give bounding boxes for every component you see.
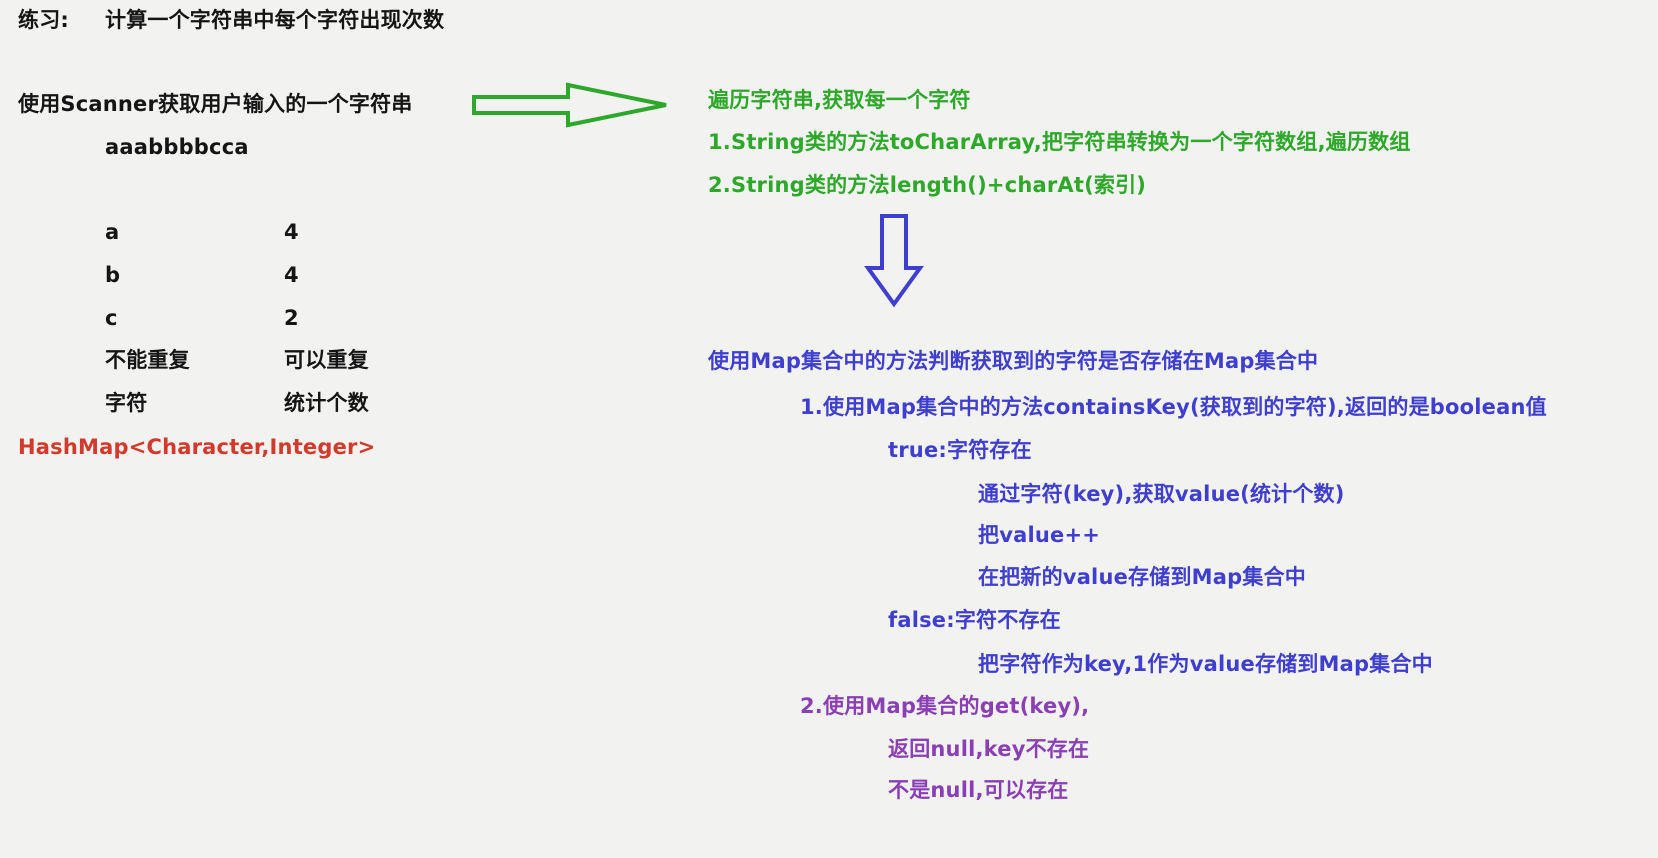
value-note-repeatable: 可以重复 xyxy=(284,348,369,372)
input-description: 使用Scanner获取用户输入的一个字符串 xyxy=(18,92,413,116)
count-value-a: 4 xyxy=(284,220,299,244)
true-step-get-value: 通过字符(key),获取value(统计个数) xyxy=(978,482,1345,506)
false-case: false:字符不存在 xyxy=(888,608,1061,632)
count-value-b: 4 xyxy=(284,263,299,287)
map-check-heading: 使用Map集合中的方法判断获取到的字符是否存储在Map集合中 xyxy=(708,349,1319,373)
get-key-not-null: 不是null,可以存在 xyxy=(888,778,1069,802)
down-arrow-icon xyxy=(864,214,924,308)
exercise-label: 练习: xyxy=(18,8,69,32)
count-value-c: 2 xyxy=(284,306,299,330)
traverse-heading: 遍历字符串,获取每一个字符 xyxy=(708,88,971,112)
true-step-increment: 把value++ xyxy=(978,523,1101,547)
traverse-method-2: 2.String类的方法length()+charAt(索引) xyxy=(708,173,1147,197)
get-key-null: 返回null,key不存在 xyxy=(888,737,1090,761)
key-note-unique: 不能重复 xyxy=(105,348,190,372)
true-case: true:字符存在 xyxy=(888,438,1032,462)
true-step-store: 在把新的value存储到Map集合中 xyxy=(978,565,1306,589)
get-key-way: 2.使用Map集合的get(key), xyxy=(800,694,1090,718)
map-type-label: HashMap<Character,Integer> xyxy=(18,435,376,459)
input-sample: aaabbbbcca xyxy=(105,135,249,159)
false-step-store: 把字符作为key,1作为value存储到Map集合中 xyxy=(978,652,1433,676)
contains-key-way: 1.使用Map集合中的方法containsKey(获取到的字符),返回的是boo… xyxy=(800,395,1547,419)
value-note-count: 统计个数 xyxy=(284,391,369,415)
traverse-method-1: 1.String类的方法toCharArray,把字符串转换为一个字符数组,遍历… xyxy=(708,130,1411,154)
count-char-c: c xyxy=(105,306,118,330)
count-char-b: b xyxy=(105,263,121,287)
key-note-char: 字符 xyxy=(105,391,148,415)
count-char-a: a xyxy=(105,220,120,244)
exercise-title: 计算一个字符串中每个字符出现次数 xyxy=(105,8,445,32)
right-arrow-icon xyxy=(472,82,667,128)
